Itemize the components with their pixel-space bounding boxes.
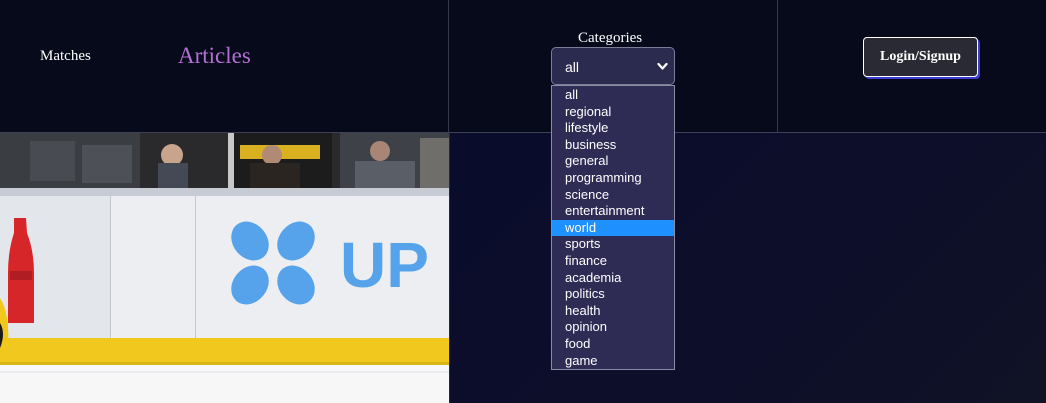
categories-select-value: all (565, 59, 580, 75)
header-divider (448, 0, 449, 133)
dropdown-option-sports[interactable]: sports (552, 236, 674, 253)
content-panel (449, 133, 1046, 403)
nav-link-articles[interactable]: Articles (178, 43, 251, 69)
page: Matches Articles Categories all Login/Si… (0, 0, 1046, 403)
dropdown-option-opinion[interactable]: opinion (552, 319, 674, 336)
dropdown-option-science[interactable]: science (552, 187, 674, 204)
dropdown-option-general[interactable]: general (552, 153, 674, 170)
dropdown-option-business[interactable]: business (552, 137, 674, 154)
header-divider (777, 0, 778, 133)
dropdown-option-politics[interactable]: politics (552, 286, 674, 303)
dropdown-option-health[interactable]: health (552, 303, 674, 320)
dropdown-option-lifestyle[interactable]: lifestyle (552, 120, 674, 137)
dropdown-option-world[interactable]: world (552, 219, 674, 237)
dropdown-option-game[interactable]: game (552, 353, 674, 370)
dropdown-option-entertainment[interactable]: entertainment (552, 203, 674, 220)
categories-label: Categories (578, 30, 643, 46)
hero-logo-text: UP (340, 229, 429, 301)
login-signup-button[interactable]: Login/Signup (863, 37, 978, 77)
nav-link-matches[interactable]: Matches (40, 48, 91, 65)
categories-dropdown-list[interactable]: all regional lifestyle business general progr… (551, 85, 675, 370)
chevron-down-icon (657, 62, 668, 70)
dropdown-option-finance[interactable]: finance (552, 253, 674, 270)
dropdown-option-programming[interactable]: programming (552, 170, 674, 187)
dropdown-option-all[interactable]: all (552, 87, 674, 104)
dropdown-option-food[interactable]: food (552, 336, 674, 353)
dropdown-option-academia[interactable]: academia (552, 270, 674, 287)
hockey-rink-photo: UP (0, 133, 449, 403)
dropdown-option-regional[interactable]: regional (552, 104, 674, 121)
article-hero-image[interactable]: UP (0, 133, 449, 403)
categories-select[interactable]: all (551, 47, 675, 85)
top-nav-bar: Matches Articles Categories all Login/Si… (0, 0, 1046, 133)
